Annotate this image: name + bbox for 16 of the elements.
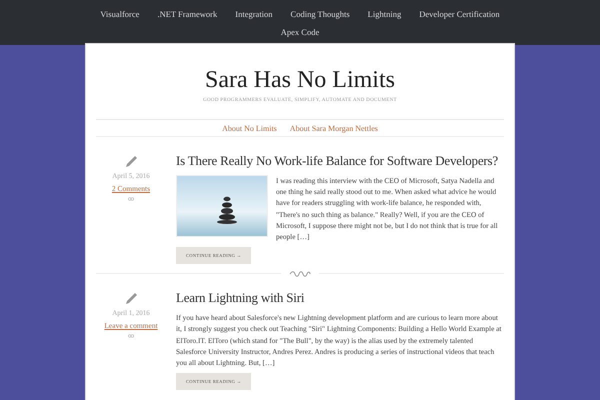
link-icon <box>128 197 134 201</box>
nav-link[interactable]: Developer Certification <box>410 7 509 22</box>
nav-link[interactable]: .NET Framework <box>148 7 226 22</box>
page-link[interactable]: About Sara Morgan Nettles <box>290 124 378 133</box>
post-title[interactable]: Learn Lightning with Siri <box>176 289 502 308</box>
nav-link[interactable]: Visualforce <box>91 7 148 22</box>
pencil-icon <box>124 154 138 169</box>
nav-link[interactable]: Apex Code <box>272 24 328 40</box>
nav-link[interactable]: Coding Thoughts <box>282 7 359 22</box>
post-title[interactable]: Is There Really No Work-life Balance for Software Developers? <box>176 152 502 170</box>
site-title[interactable]: Sara Has No Limits <box>96 44 504 96</box>
nav-link[interactable]: Lightning <box>358 7 410 22</box>
nav-link[interactable]: Integration <box>226 7 282 22</box>
page-link[interactable]: About No Limits <box>222 124 277 133</box>
link-icon <box>128 334 134 338</box>
pencil-icon <box>124 291 138 306</box>
